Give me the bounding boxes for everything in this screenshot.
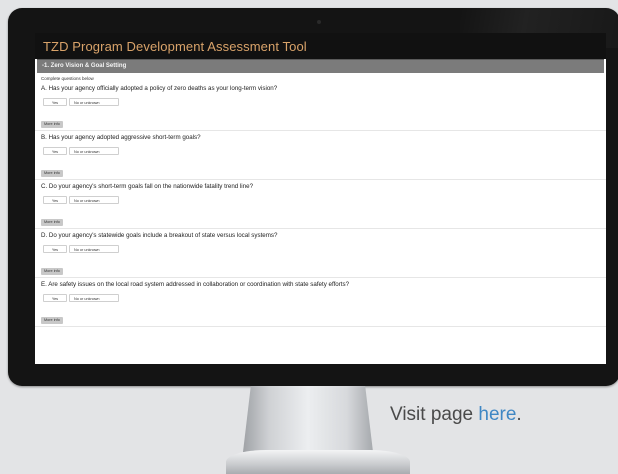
- no-or-unknown-button[interactable]: No or unknown: [69, 147, 119, 155]
- monitor-stand-base: [226, 450, 410, 474]
- yes-button[interactable]: Yes: [43, 196, 67, 204]
- divider: [35, 179, 606, 180]
- question-a: A. Has your agency officially adopted a …: [35, 85, 606, 131]
- divider: [35, 130, 606, 131]
- no-or-unknown-button[interactable]: No or unknown: [69, 294, 119, 302]
- divider: [35, 326, 606, 327]
- more-info-button[interactable]: More info: [41, 316, 63, 324]
- more-info-button[interactable]: More info: [41, 169, 63, 177]
- answer-buttons: Yes No or unknown: [41, 245, 602, 253]
- yes-button[interactable]: Yes: [43, 98, 67, 106]
- here-link[interactable]: here: [478, 404, 516, 425]
- question-text: E. Are safety issues on the local road s…: [41, 281, 350, 288]
- monitor-frame: TZD Program Development Assessment Tool …: [8, 8, 618, 386]
- caption-prefix: Visit page: [390, 404, 479, 425]
- section-header[interactable]: -1. Zero Vision & Goal Setting: [37, 59, 604, 73]
- question-d: D. Do your agency's statewide goals incl…: [35, 232, 606, 278]
- more-info-button[interactable]: More info: [41, 120, 63, 128]
- yes-button[interactable]: Yes: [43, 294, 67, 302]
- app-header: TZD Program Development Assessment Tool: [35, 33, 606, 59]
- caption-suffix: .: [516, 404, 522, 425]
- question-text: B. Has your agency adopted aggressive sh…: [41, 134, 201, 141]
- more-info-button[interactable]: More info: [41, 218, 63, 226]
- no-or-unknown-button[interactable]: No or unknown: [69, 98, 119, 106]
- monitor-stand-neck: [243, 386, 373, 452]
- divider: [35, 228, 606, 229]
- monitor-screen: TZD Program Development Assessment Tool …: [35, 33, 606, 364]
- no-or-unknown-button[interactable]: No or unknown: [69, 245, 119, 253]
- answer-buttons: Yes No or unknown: [41, 196, 602, 204]
- answer-buttons: Yes No or unknown: [41, 98, 602, 106]
- question-text: A. Has your agency officially adopted a …: [41, 85, 278, 92]
- questions-panel: Complete questions below A. Has your age…: [35, 73, 606, 327]
- more-info-button[interactable]: More info: [41, 267, 63, 275]
- answer-buttons: Yes No or unknown: [41, 147, 602, 155]
- instructions-text: Complete questions below: [41, 76, 94, 81]
- no-or-unknown-button[interactable]: No or unknown: [69, 196, 119, 204]
- question-text: C. Do your agency's short-term goals fal…: [41, 183, 254, 190]
- question-text: D. Do your agency's statewide goals incl…: [41, 232, 278, 239]
- answer-buttons: Yes No or unknown: [41, 294, 602, 302]
- camera-icon: [317, 20, 321, 24]
- question-b: B. Has your agency adopted aggressive sh…: [35, 134, 606, 180]
- question-e: E. Are safety issues on the local road s…: [35, 281, 606, 327]
- yes-button[interactable]: Yes: [43, 245, 67, 253]
- visit-page-caption: Visit page here.: [390, 404, 522, 426]
- question-c: C. Do your agency's short-term goals fal…: [35, 183, 606, 229]
- app-title: TZD Program Development Assessment Tool: [43, 39, 307, 54]
- yes-button[interactable]: Yes: [43, 147, 67, 155]
- divider: [35, 277, 606, 278]
